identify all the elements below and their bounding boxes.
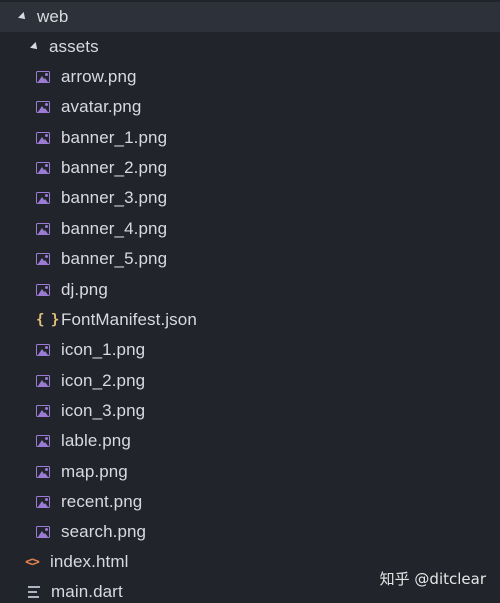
tree-folder-assets[interactable]: assets	[0, 32, 500, 62]
image-icon	[36, 71, 50, 83]
file-label: icon_2.png	[61, 371, 146, 390]
tree-file-item[interactable]: banner_4.png	[0, 214, 500, 244]
file-label: index.html	[50, 552, 129, 571]
tree-file-item[interactable]: avatar.png	[0, 92, 500, 122]
folder-label: assets	[49, 37, 99, 56]
file-label: dj.png	[61, 280, 108, 299]
tree-file-item[interactable]: banner_5.png	[0, 244, 500, 274]
file-label: arrow.png	[61, 67, 137, 86]
image-icon	[36, 223, 50, 235]
expand-arrow-icon[interactable]	[18, 12, 28, 22]
file-label: icon_3.png	[61, 401, 146, 420]
tree-file-item[interactable]: lable.png	[0, 426, 500, 456]
file-label: lable.png	[61, 431, 131, 450]
expand-arrow-icon[interactable]	[30, 42, 40, 52]
tree-folder-web[interactable]: web	[0, 2, 500, 32]
text-file-icon	[28, 586, 40, 598]
tree-file-item[interactable]: banner_1.png	[0, 123, 500, 153]
file-label: banner_3.png	[61, 188, 168, 207]
watermark-text: 知乎 @ditclear	[379, 570, 486, 588]
tree-file-item[interactable]: dj.png	[0, 275, 500, 305]
file-label: banner_1.png	[61, 128, 168, 147]
tree-file-item[interactable]: icon_2.png	[0, 366, 500, 396]
image-icon	[36, 435, 50, 447]
tree-file-item[interactable]: icon_1.png	[0, 335, 500, 365]
tree-file-item[interactable]: map.png	[0, 457, 500, 487]
file-label: icon_1.png	[61, 340, 146, 359]
tree-file-item[interactable]: banner_3.png	[0, 183, 500, 213]
image-icon	[36, 466, 50, 478]
image-icon	[36, 192, 50, 204]
json-icon: { }	[36, 312, 59, 328]
image-icon	[36, 496, 50, 508]
file-label: banner_4.png	[61, 219, 168, 238]
file-label: avatar.png	[61, 97, 142, 116]
file-label: FontManifest.json	[61, 310, 197, 329]
file-label: recent.png	[61, 492, 143, 511]
image-icon	[36, 284, 50, 296]
image-icon	[36, 162, 50, 174]
tree-file-item[interactable]: arrow.png	[0, 62, 500, 92]
tree-file-item[interactable]: icon_3.png	[0, 396, 500, 426]
image-icon	[36, 253, 50, 265]
image-icon	[36, 132, 50, 144]
image-icon	[36, 526, 50, 538]
file-label: map.png	[61, 462, 128, 481]
file-label: search.png	[61, 522, 147, 541]
image-icon	[36, 375, 50, 387]
file-label: banner_2.png	[61, 158, 168, 177]
image-icon	[36, 101, 50, 113]
image-icon	[36, 405, 50, 417]
folder-label: web	[37, 7, 69, 26]
file-explorer-tree: web assets arrow.png avatar.png banner_1…	[0, 0, 500, 603]
image-icon	[36, 344, 50, 356]
html-code-icon: <>	[25, 554, 40, 570]
tree-file-item[interactable]: banner_2.png	[0, 153, 500, 183]
tree-file-item[interactable]: search.png	[0, 517, 500, 547]
tree-file-item[interactable]: recent.png	[0, 487, 500, 517]
file-label: banner_5.png	[61, 249, 168, 268]
file-label: main.dart	[51, 582, 123, 601]
tree-file-item[interactable]: { } FontManifest.json	[0, 305, 500, 335]
